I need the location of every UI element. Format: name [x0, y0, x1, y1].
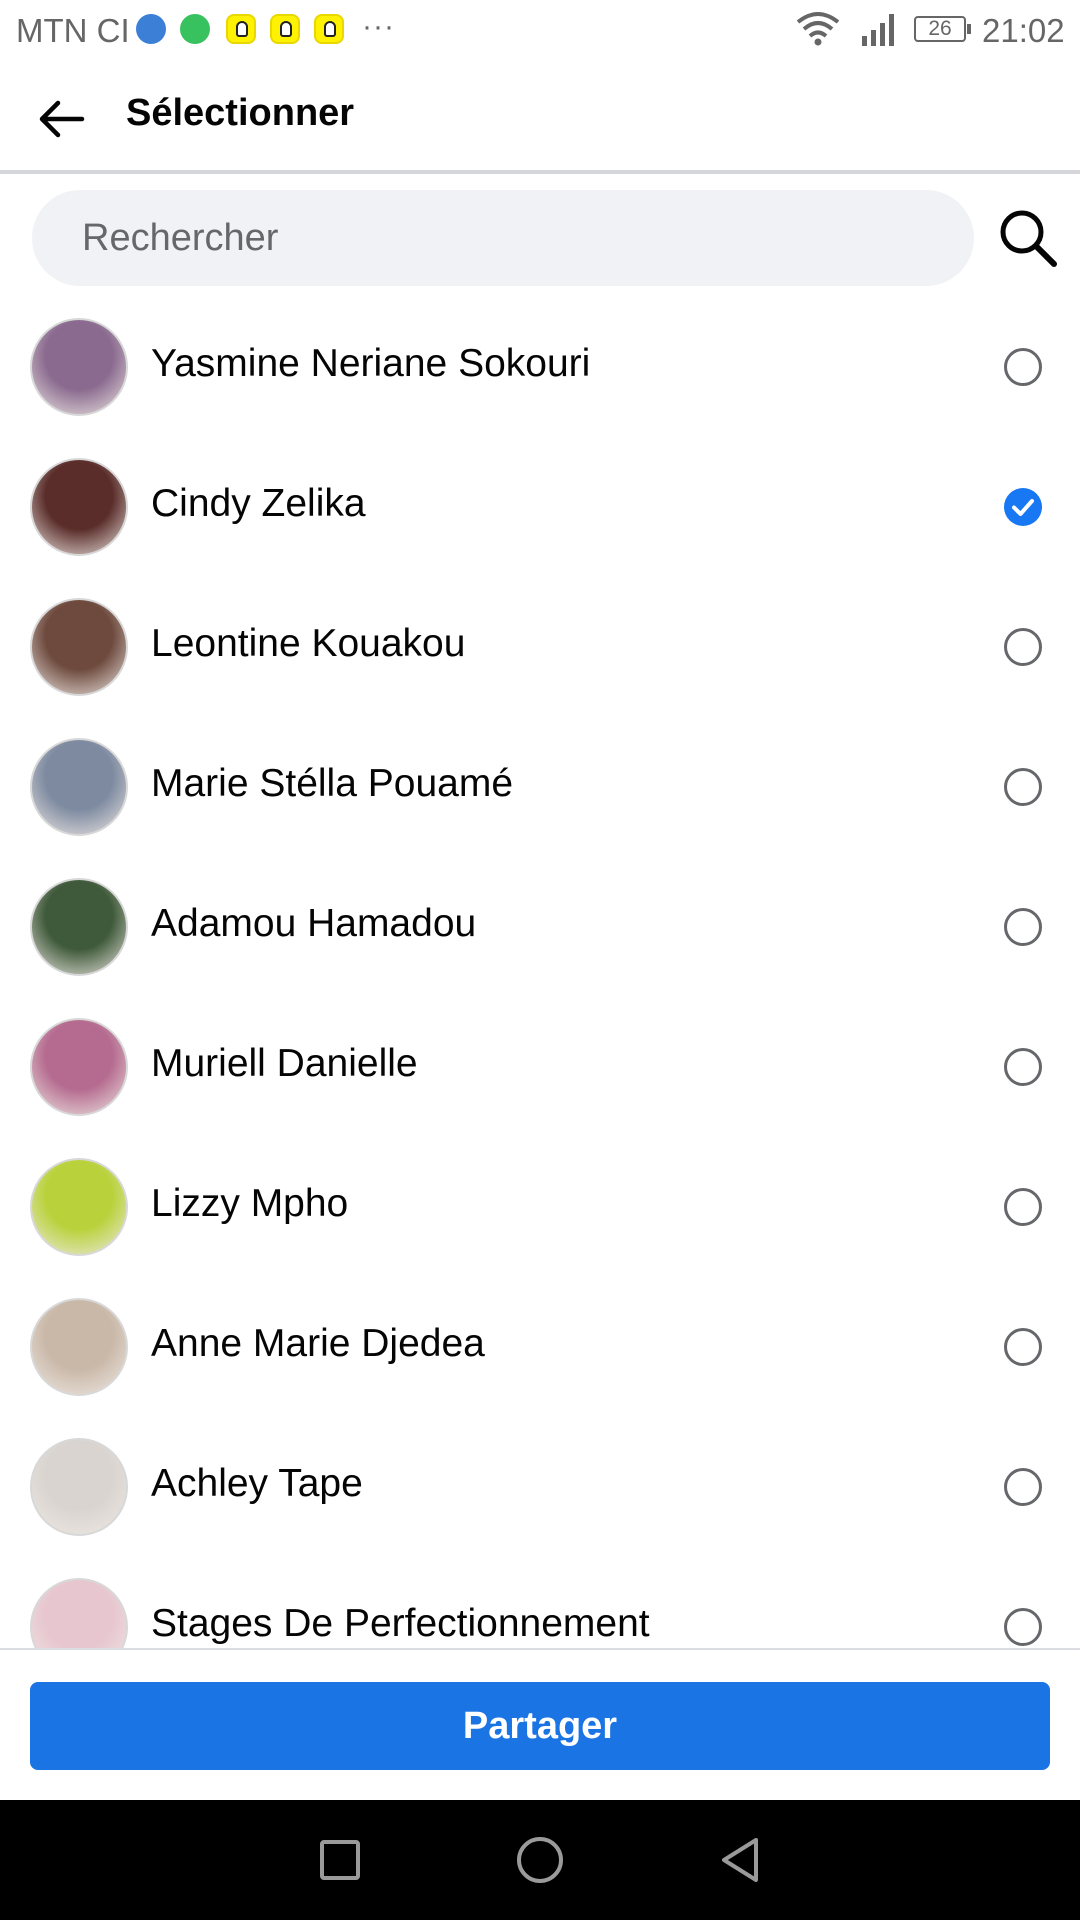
carrier-label: MTN CI: [16, 12, 130, 49]
radio-button[interactable]: [1004, 1468, 1042, 1506]
radio-button-checked[interactable]: [1004, 488, 1042, 526]
contact-row[interactable]: Stages De Perfectionnement: [0, 1564, 1080, 1648]
search-input[interactable]: [82, 190, 942, 286]
snapchat-icon: [270, 14, 300, 44]
footer: Partager: [0, 1648, 1080, 1800]
clock: 21:02: [982, 12, 1065, 49]
globe-icon: [136, 14, 166, 44]
radio-button[interactable]: [1004, 348, 1042, 386]
contact-row[interactable]: Adamou Hamadou: [0, 864, 1080, 1004]
contact-list: Yasmine Neriane Sokouri Cindy Zelika Leo…: [0, 304, 1080, 1648]
back-icon[interactable]: [710, 1830, 770, 1890]
contact-row[interactable]: Muriell Danielle: [0, 1004, 1080, 1144]
status-bar: MTN CI ··· 26 21:02: [0, 0, 1080, 62]
avatar: [30, 598, 128, 696]
battery-icon: 26: [914, 16, 971, 42]
radio-button[interactable]: [1004, 908, 1042, 946]
home-icon[interactable]: [510, 1830, 570, 1890]
contact-name: Marie Stélla Pouamé: [151, 762, 514, 805]
contact-row[interactable]: Anne Marie Djedea: [0, 1284, 1080, 1424]
share-button[interactable]: Partager: [30, 1682, 1050, 1770]
snapchat-icon: [226, 14, 256, 44]
radio-button[interactable]: [1004, 1328, 1042, 1366]
whatsapp-icon: [180, 14, 210, 44]
search-bar: [32, 190, 974, 286]
radio-button[interactable]: [1004, 768, 1042, 806]
arrow-left-icon[interactable]: [34, 94, 90, 144]
radio-button[interactable]: [1004, 628, 1042, 666]
radio-button[interactable]: [1004, 1048, 1042, 1086]
search-icon[interactable]: [996, 206, 1060, 270]
contact-name: Yasmine Neriane Sokouri: [151, 342, 591, 385]
system-nav-bar: [0, 1800, 1080, 1920]
more-notifications-icon: ···: [362, 10, 395, 43]
snapchat-icon: [314, 14, 344, 44]
contact-row[interactable]: Cindy Zelika: [0, 444, 1080, 584]
top-app-bar: Sélectionner: [0, 62, 1080, 174]
avatar: [30, 1158, 128, 1256]
contact-row[interactable]: Marie Stélla Pouamé: [0, 724, 1080, 864]
contact-name: Achley Tape: [151, 1462, 363, 1505]
avatar: [30, 1298, 128, 1396]
avatar: [30, 738, 128, 836]
recent-apps-icon[interactable]: [310, 1830, 370, 1890]
radio-button[interactable]: [1004, 1188, 1042, 1226]
contact-name: Anne Marie Djedea: [151, 1322, 485, 1365]
page-title: Sélectionner: [126, 92, 355, 134]
contact-name: Leontine Kouakou: [151, 622, 466, 665]
contact-name: Adamou Hamadou: [151, 902, 477, 945]
contact-name: Lizzy Mpho: [151, 1182, 349, 1225]
contact-name: Cindy Zelika: [151, 482, 366, 525]
avatar: [30, 1438, 128, 1536]
avatar: [30, 878, 128, 976]
wifi-icon: [796, 12, 840, 46]
avatar: [30, 458, 128, 556]
avatar: [30, 1578, 128, 1648]
contact-row[interactable]: Leontine Kouakou: [0, 584, 1080, 724]
contact-row[interactable]: Yasmine Neriane Sokouri: [0, 304, 1080, 444]
avatar: [30, 318, 128, 416]
contact-row[interactable]: Achley Tape: [0, 1424, 1080, 1564]
signal-icon: [862, 14, 894, 46]
contact-row[interactable]: Lizzy Mpho: [0, 1144, 1080, 1284]
radio-button[interactable]: [1004, 1608, 1042, 1646]
contact-name: Muriell Danielle: [151, 1042, 418, 1085]
avatar: [30, 1018, 128, 1116]
contact-name: Stages De Perfectionnement: [151, 1602, 650, 1645]
